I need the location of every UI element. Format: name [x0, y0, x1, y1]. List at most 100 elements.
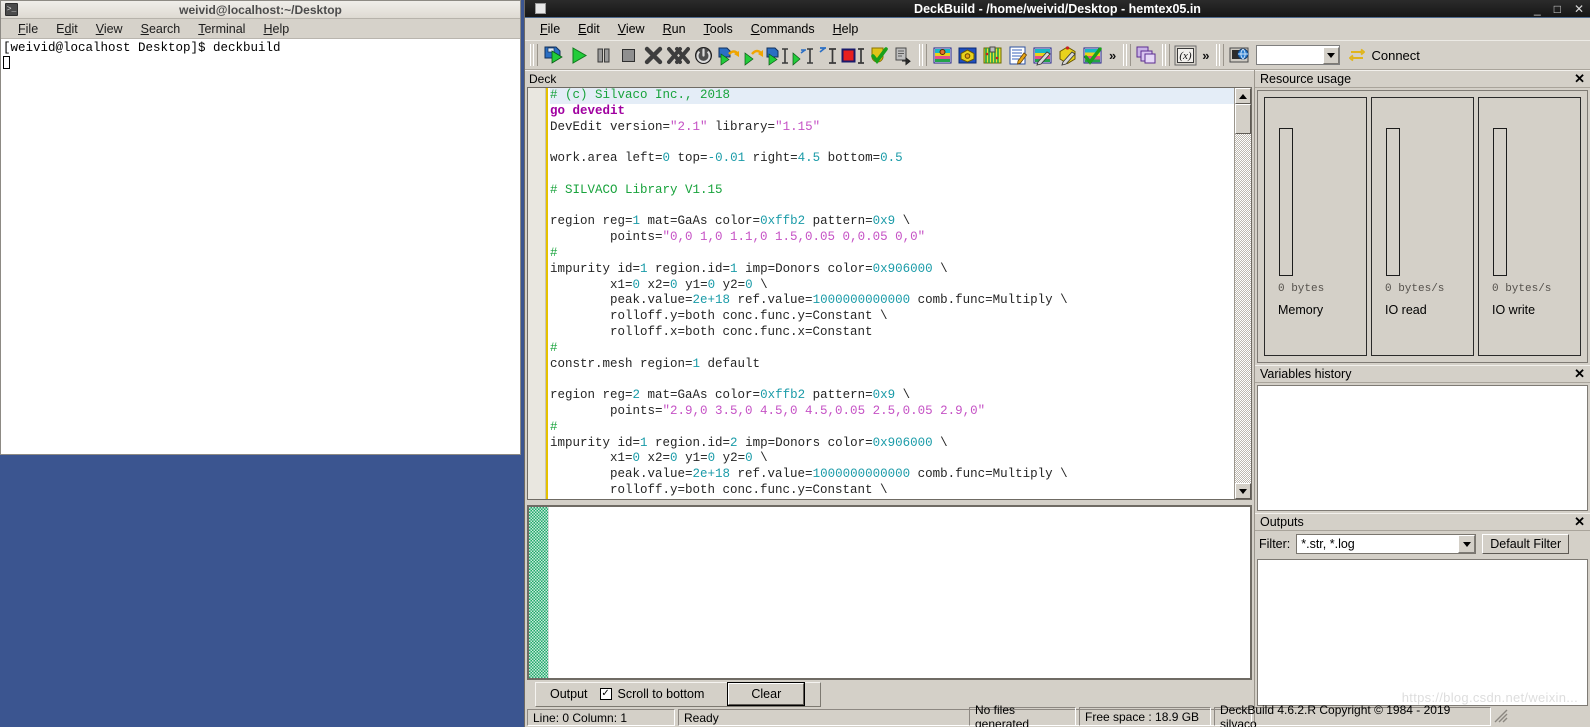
deck-code-line[interactable]: work.area left=0 top=-0.01 right=4.5 bot…	[550, 151, 1234, 167]
kill-all-icon[interactable]	[666, 43, 691, 67]
terminal-titlebar[interactable]: >_ weivid@localhost:~/Desktop	[1, 1, 520, 19]
output-text[interactable]	[549, 507, 1250, 678]
terminal-menu-search[interactable]: Search	[132, 20, 190, 38]
toolbar-grip-3[interactable]	[1123, 44, 1132, 66]
menu-view[interactable]: View	[609, 19, 654, 39]
stop-icon[interactable]	[616, 43, 641, 67]
output-toolbar[interactable]: Output ✓ Scroll to bottom Clear	[525, 680, 1254, 708]
filter-combo[interactable]: *.str, *.log	[1296, 534, 1477, 554]
run-to-cursor-icon[interactable]	[766, 43, 791, 67]
toolbar-grip[interactable]	[530, 44, 538, 66]
deck-code-line[interactable]	[550, 199, 1234, 215]
maskviews-icon[interactable]	[1080, 43, 1105, 67]
tonyplot-icon[interactable]	[980, 43, 1005, 67]
continue-icon[interactable]	[716, 43, 741, 67]
scroll-track[interactable]	[1235, 134, 1251, 483]
deck-code-line[interactable]: peak.value=2e+18 ref.value=1000000000000…	[550, 293, 1234, 309]
run-icon[interactable]	[566, 43, 591, 67]
deck-code-line[interactable]	[550, 372, 1234, 388]
minimize-icon[interactable]: _	[1534, 0, 1541, 18]
deck-editor[interactable]: # (c) Silvaco Inc., 2018 go devedit DevEdi…	[527, 87, 1252, 500]
outputs-list[interactable]	[1257, 559, 1588, 706]
scroll-to-bottom-checkbox[interactable]: ✓	[599, 688, 612, 700]
structure-icon[interactable]	[930, 43, 955, 67]
toolbar-grip-2[interactable]	[919, 44, 927, 66]
deck-code-line[interactable]: x1=0 x2=0 y1=0 y2=0 \	[550, 278, 1234, 294]
close-icon[interactable]: ✕	[1574, 366, 1585, 382]
deckbuild-toolbar[interactable]: » (x) » Connect	[525, 40, 1590, 70]
step-icon[interactable]	[741, 43, 766, 67]
step-to-cursor-icon[interactable]	[791, 43, 816, 67]
deck-code-line[interactable]: peak.value=2e+18 ref.value=1000000000000…	[550, 467, 1234, 483]
chevron-down-icon[interactable]	[1323, 46, 1340, 64]
close-icon[interactable]: ✕	[1574, 71, 1585, 87]
set-breakpoint-icon[interactable]	[866, 43, 891, 67]
deck-code-line[interactable]: region reg=2 mat=GaAs color=0xffb2 patte…	[550, 388, 1234, 404]
clear-button[interactable]: Clear	[727, 682, 806, 706]
goto-cursor-icon[interactable]	[816, 43, 841, 67]
maximize-icon[interactable]: □	[1554, 0, 1561, 18]
deck-code-line[interactable]: # SILVACO Library V1.15	[550, 183, 1234, 199]
close-icon[interactable]: ✕	[1574, 0, 1584, 18]
default-filter-button[interactable]: Default Filter	[1482, 534, 1570, 554]
deck-vertical-scrollbar[interactable]	[1234, 88, 1251, 499]
kill-icon[interactable]	[641, 43, 666, 67]
terminal-menu-edit[interactable]: Edit	[47, 20, 87, 38]
structure-edit-icon[interactable]	[1030, 43, 1055, 67]
connect-button[interactable]: Connect	[1340, 43, 1428, 67]
menu-commands[interactable]: Commands	[742, 19, 824, 39]
deck-gutter[interactable]	[528, 88, 546, 499]
deck-code-line[interactable]: #	[550, 341, 1234, 357]
deck-code-line[interactable]: points="2.9,0 3.5,0 4.5,0 4.5,0.05 2.5,0…	[550, 404, 1234, 420]
deck-code-line[interactable]	[550, 135, 1234, 151]
terminal-body[interactable]: [weivid@localhost Desktop]$ deckbuild	[1, 39, 520, 454]
scroll-thumb[interactable]	[1235, 104, 1251, 134]
terminal-menubar[interactable]: File Edit View Search Terminal Help	[1, 19, 520, 39]
variables-icon[interactable]: (x)	[1173, 43, 1198, 67]
multi-deck-icon[interactable]	[1134, 43, 1159, 67]
scroll-down-icon[interactable]	[1235, 483, 1251, 499]
deck-code-line[interactable]: #	[550, 246, 1234, 262]
run-deck-icon[interactable]	[541, 43, 566, 67]
deck-code-line[interactable]: region reg=1 mat=GaAs color=0xffb2 patte…	[550, 214, 1234, 230]
export-icon[interactable]	[891, 43, 916, 67]
deck-code-line[interactable]: impurity id=1 region.id=2 imp=Donors col…	[550, 436, 1234, 452]
deckbuild-window[interactable]: DeckBuild - /home/weivid/Desktop - hemte…	[524, 0, 1590, 727]
toolbar-grip-5[interactable]	[1216, 44, 1225, 66]
close-icon[interactable]: ✕	[1574, 514, 1585, 530]
remote-host-combo[interactable]	[1256, 45, 1341, 65]
terminal-menu-help[interactable]: Help	[254, 20, 298, 38]
toolbar-overflow-1[interactable]: »	[1105, 48, 1120, 63]
deck-code-text[interactable]: # (c) Silvaco Inc., 2018 go devedit DevEdi…	[548, 88, 1234, 499]
output-tab[interactable]: Output ✓ Scroll to bottom Clear	[535, 681, 822, 707]
toolbar-grip-4[interactable]	[1162, 44, 1171, 66]
deck-code-line[interactable]: impurity id=1 region.id=1 imp=Donors col…	[550, 262, 1234, 278]
deckbuild-menubar[interactable]: File Edit View Run Tools Commands Help	[525, 18, 1590, 40]
variables-history-list[interactable]	[1257, 385, 1588, 511]
stop-at-line-icon[interactable]	[841, 43, 866, 67]
deck-code-line[interactable]: #	[550, 420, 1234, 436]
menu-file[interactable]: File	[531, 19, 569, 39]
terminal-menu-view[interactable]: View	[87, 20, 132, 38]
deck-code-line[interactable]: rolloff.y=both conc.func.y=Constant \	[550, 309, 1234, 325]
terminal-menu-terminal[interactable]: Terminal	[189, 20, 254, 38]
pause-icon[interactable]	[591, 43, 616, 67]
deck-code-line[interactable]: DevEdit version="2.1" library="1.15"	[550, 120, 1234, 136]
devedit-icon[interactable]	[1055, 43, 1080, 67]
scroll-up-icon[interactable]	[1235, 88, 1251, 104]
resize-grip-icon[interactable]	[1494, 709, 1508, 726]
menu-help[interactable]: Help	[824, 19, 868, 39]
menu-run[interactable]: Run	[654, 19, 695, 39]
remote-icon[interactable]	[1227, 43, 1252, 67]
chevron-down-icon[interactable]	[1458, 535, 1476, 553]
power-icon[interactable]	[691, 43, 716, 67]
deck-code-line[interactable]: constr.mesh region=1 default	[550, 357, 1234, 373]
deck-code-line[interactable]: rolloff.y=both conc.func.y=Constant \	[550, 483, 1234, 499]
menu-edit[interactable]: Edit	[569, 19, 609, 39]
deck-code-line[interactable]: x1=0 x2=0 y1=0 y2=0 \	[550, 451, 1234, 467]
deck-code-line[interactable]	[550, 167, 1234, 183]
deck-code-line[interactable]: points="0,0 1,0 1.1,0 1.5,0.05 0,0.05 0,…	[550, 230, 1234, 246]
toolbar-overflow-2[interactable]: »	[1198, 48, 1213, 63]
deck-code-line[interactable]: # (c) Silvaco Inc., 2018	[550, 88, 1234, 104]
deck-code-line[interactable]: rolloff.x=both conc.func.x=Constant	[550, 325, 1234, 341]
